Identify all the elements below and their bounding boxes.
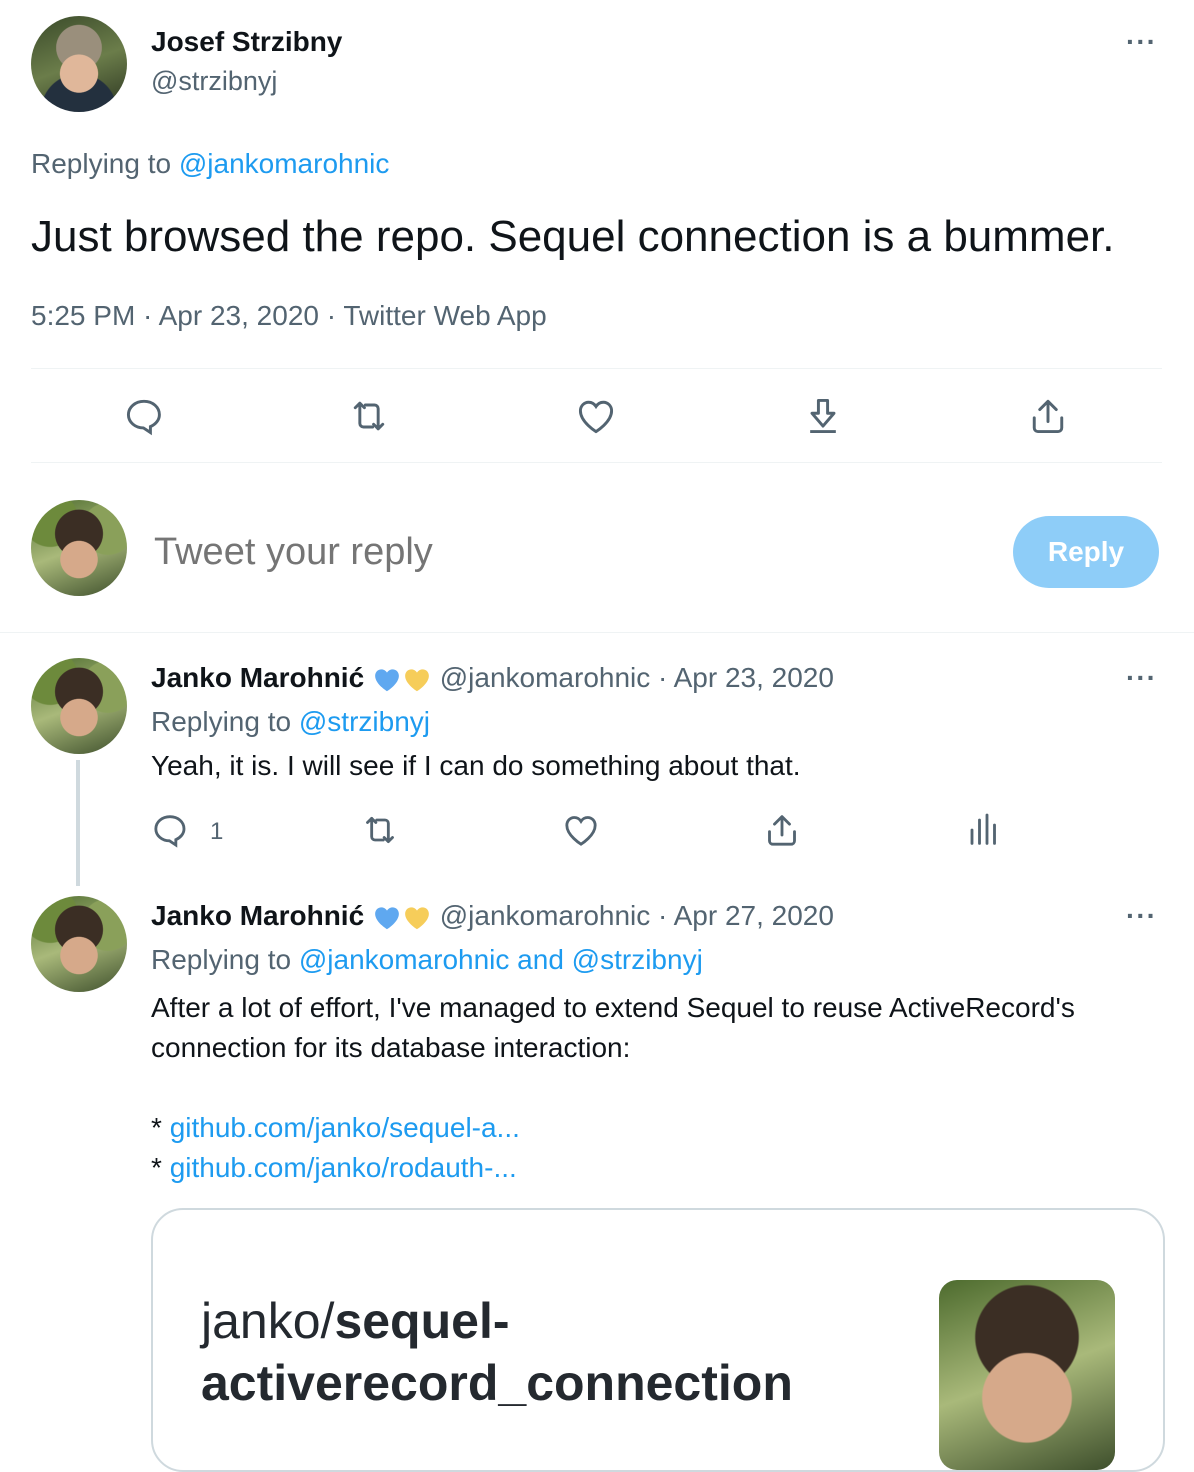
- replying-to: Replying to @jankomarohnic and @strzibny…: [151, 944, 703, 976]
- github-link[interactable]: github.com/janko/rodauth-...: [170, 1152, 517, 1183]
- yellow-heart-icon: [402, 903, 432, 933]
- replying-to-link[interactable]: @strzibnyj: [299, 706, 430, 737]
- share-icon[interactable]: [762, 810, 802, 850]
- like-icon[interactable]: [561, 810, 601, 850]
- divider: [0, 632, 1194, 633]
- reply-count: 1: [210, 818, 224, 845]
- reply-text: After a lot of effort, I've managed to e…: [151, 988, 1075, 1068]
- reply-text-line: connection for its database interaction:: [151, 1032, 631, 1063]
- replying-label: Replying to: [31, 148, 172, 179]
- github-link[interactable]: github.com/janko/sequel-a...: [170, 1112, 520, 1143]
- handle-date[interactable]: @jankomarohnic · Apr 23, 2020: [440, 662, 834, 693]
- replying-to: Replying to @strzibnyj: [151, 706, 430, 738]
- tweet-text: Just browsed the repo. Sequel connection…: [31, 212, 1115, 261]
- author-name[interactable]: Janko Marohnić: [151, 662, 364, 693]
- avatar[interactable]: [31, 16, 127, 112]
- reply-text: Yeah, it is. I will see if I can do some…: [151, 750, 801, 781]
- avatar[interactable]: [31, 896, 127, 992]
- avatar[interactable]: [31, 658, 127, 754]
- reply-button[interactable]: Reply: [1013, 516, 1159, 588]
- analytics-icon[interactable]: [962, 810, 1002, 850]
- list-item: * github.com/janko/sequel-a...: [151, 1108, 520, 1148]
- more-options-icon[interactable]: ···: [1126, 26, 1157, 58]
- handle-date[interactable]: @jankomarohnic · Apr 27, 2020: [440, 900, 834, 931]
- retweet-icon[interactable]: [347, 394, 391, 438]
- link-list: * github.com/janko/sequel-a... * github.…: [151, 1108, 520, 1188]
- reply-icon[interactable]: [122, 394, 166, 438]
- reply-header: Janko Marohnić @jankomarohnic · Apr 27, …: [151, 900, 834, 933]
- reply-icon[interactable]: [150, 810, 190, 850]
- reply-header: Janko Marohnić @jankomarohnic · Apr 23, …: [151, 662, 834, 695]
- replying-to-link[interactable]: @jankomarohnic: [179, 148, 390, 179]
- reply-input[interactable]: [154, 520, 974, 584]
- retweet-icon[interactable]: [360, 810, 400, 850]
- list-item: * github.com/janko/rodauth-...: [151, 1148, 520, 1188]
- avatar: [31, 500, 127, 596]
- card-title-bold: activerecord_connection: [201, 1355, 793, 1411]
- card-title-bold: sequel-: [334, 1293, 510, 1349]
- link-preview-card[interactable]: janko/sequel- activerecord_connection: [151, 1208, 1165, 1472]
- replying-label: Replying to: [151, 944, 292, 975]
- blue-heart-icon: [372, 903, 402, 933]
- replying-label: Replying to: [151, 706, 292, 737]
- yellow-heart-icon: [402, 665, 432, 695]
- more-options-icon[interactable]: ···: [1126, 662, 1157, 694]
- share-icon[interactable]: [1026, 394, 1070, 438]
- author-name[interactable]: Josef Strzibny: [151, 26, 342, 58]
- replying-to: Replying to @jankomarohnic: [31, 148, 389, 180]
- replying-to-link[interactable]: @jankomarohnic and @strzibnyj: [299, 944, 703, 975]
- bullet: *: [151, 1152, 162, 1183]
- author-handle[interactable]: @strzibnyj: [151, 66, 277, 97]
- thread-line: [76, 760, 80, 886]
- blue-heart-icon: [372, 665, 402, 695]
- author-name[interactable]: Janko Marohnić: [151, 900, 364, 931]
- divider: [31, 368, 1162, 369]
- card-title-prefix: janko/: [201, 1293, 335, 1349]
- bullet: *: [151, 1112, 162, 1143]
- reply-text-line: After a lot of effort, I've managed to e…: [151, 992, 1075, 1023]
- card-title: janko/sequel- activerecord_connection: [201, 1290, 793, 1414]
- bookmark-download-icon[interactable]: [801, 394, 845, 438]
- tweet-meta[interactable]: 5:25 PM · Apr 23, 2020 · Twitter Web App: [31, 300, 547, 332]
- card-image: [939, 1280, 1115, 1470]
- like-icon[interactable]: [574, 394, 618, 438]
- more-options-icon[interactable]: ···: [1126, 900, 1157, 932]
- divider: [31, 462, 1162, 463]
